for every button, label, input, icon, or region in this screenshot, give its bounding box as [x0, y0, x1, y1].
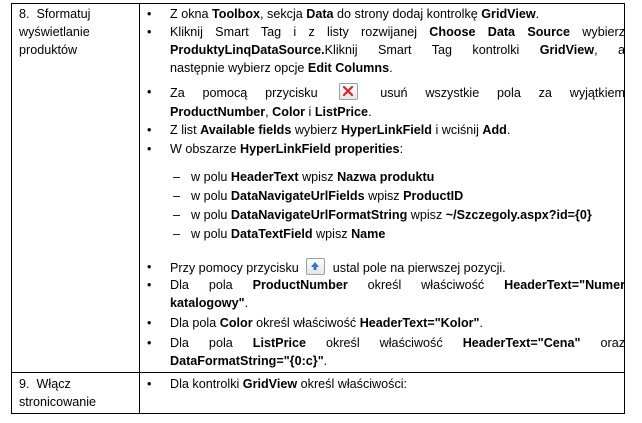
instruction-listprice-header: Dla pola ListPrice określ właściwość Hea…: [170, 336, 626, 350]
sub-step-datatextfield: w polu DataTextField wpisz Name: [191, 227, 386, 241]
table-border-left: [11, 3, 12, 414]
instruction-remove-fields-cont: ProductNumber, Color i ListPrice.: [170, 105, 372, 119]
step-title-line: Sformatuj: [36, 7, 91, 21]
step-number: 8.: [19, 7, 30, 21]
instruction-listprice-format: DataFormatString="{0:c}".: [170, 354, 328, 368]
dash-marker: [173, 187, 180, 205]
bullet-marker: [147, 314, 151, 332]
step-number: 9.: [19, 377, 30, 391]
table-border-top: [11, 3, 625, 4]
step-title-line: produktów: [19, 43, 78, 57]
step-9-label: 9. Włącz stronicowanie: [19, 375, 96, 411]
bullet-marker: [147, 334, 151, 352]
step-title-line: Włącz: [36, 377, 71, 391]
instruction-edit-columns: następnie wybierz opcje Edit Columns.: [170, 61, 393, 75]
instruction-choose-datasource-cont: ProduktyLinqDataSource.Kliknij Smart Tag…: [170, 43, 625, 57]
table-column-divider: [139, 3, 140, 414]
instruction-add-gridview: Z okna Toolbox, sekcja Data do strony do…: [170, 7, 540, 21]
bullet-marker: [147, 140, 151, 158]
bullet-marker: [147, 83, 151, 101]
sub-step-navigateurlfields: w polu DataNavigateUrlFields wpisz Produ…: [191, 189, 464, 203]
step-title-line: wyświetlanie: [19, 25, 90, 39]
bullet-marker: [147, 121, 151, 139]
bullet-marker: [147, 23, 151, 41]
bullet-marker: [147, 258, 151, 276]
instruction-add-hyperlinkfield: Z list Available fields wybierz HyperLin…: [170, 123, 511, 137]
instruction-productnumber-header-cont: katalogowy".: [170, 296, 249, 310]
step-8-label: 8. Sformatuj wyświetlanie produktów: [19, 5, 90, 59]
table-border-right: [624, 3, 625, 414]
instruction-hyperlinkfield-properties: W obszarze HyperLinkField properities:: [170, 142, 404, 156]
dash-marker: [173, 168, 180, 186]
move-up-arrow-icon: [306, 258, 326, 275]
delete-x-icon: [339, 83, 359, 100]
instruction-gridview-properties: Dla kontrolki GridView określ właściwośc…: [170, 377, 408, 391]
dash-marker: [173, 225, 180, 243]
bullet-marker: [147, 276, 151, 294]
instruction-color-header: Dla pola Color określ właściwość HeaderT…: [170, 316, 484, 330]
instruction-move-to-top: Przy pomocy przycisku ustal pole na pier…: [170, 258, 506, 277]
bullet-marker: [147, 375, 151, 393]
sub-step-headertext: w polu HeaderText wpisz Nazwa produktu: [191, 170, 435, 184]
table-border-bottom: [11, 413, 625, 414]
step-title-line: stronicowanie: [19, 395, 97, 409]
bullet-marker: [147, 5, 151, 23]
instruction-productnumber-header: Dla pola ProductNumber określ właściwość…: [170, 278, 625, 292]
instruction-choose-datasource: Kliknij Smart Tag i z listy rozwijanej C…: [170, 25, 625, 39]
sub-step-navigateurlformatstring: w polu DataNavigateUrlFormatString wpisz…: [191, 208, 592, 222]
dash-marker: [173, 206, 180, 224]
instruction-remove-fields: Za pomocą przycisku usuń wszystkie pola …: [170, 83, 625, 102]
row-divider: [11, 372, 625, 373]
instruction-table: 8. Sformatuj wyświetlanie produktów Z ok…: [11, 3, 625, 414]
